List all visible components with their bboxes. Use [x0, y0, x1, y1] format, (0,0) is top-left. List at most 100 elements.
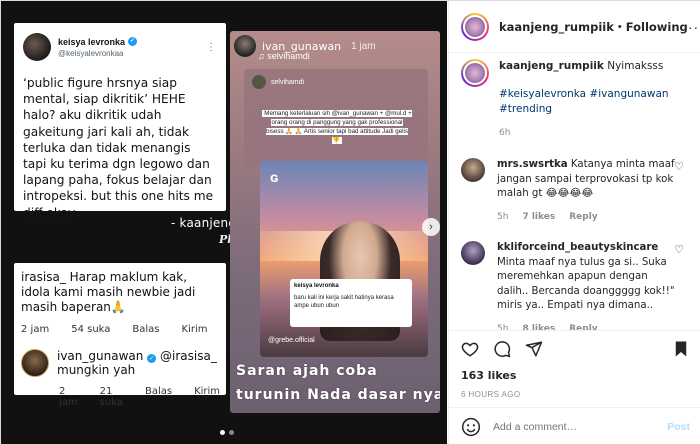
comment-content: kkliforceind_beautyskincare Minta maaf n…: [497, 241, 677, 330]
shot-comment-2-meta: 2 jam 21 suka Balas Kirim: [21, 386, 221, 408]
post-comment-button[interactable]: Post: [667, 421, 690, 433]
comments-screenshot: irasisa_ Harap maklum kak, idola kami ma…: [14, 263, 226, 408]
story-embedded-tweet: keisya levronka baru kali ini kerja saki…: [290, 279, 412, 327]
comment-likes[interactable]: 8 likes: [522, 322, 555, 331]
tweet-handle: @keisyalevronkaa: [58, 48, 124, 58]
comment-text: Minta maaf nya tulus ga si.. Suka mereme…: [497, 256, 675, 312]
add-comment-bar: Post: [449, 407, 700, 444]
tweet-header: keisya levronka ✓ @keisyalevronkaa ⋮: [23, 33, 217, 61]
bookmark-icon[interactable]: [672, 340, 690, 358]
tweet-screenshot: keisya levronka ✓ @keisyalevronkaa ⋮ ‘pu…: [14, 23, 226, 220]
author-username[interactable]: kaanjeng_rumpiik: [499, 20, 614, 34]
next-slide-button[interactable]: ›: [422, 218, 440, 236]
more-options-icon: ⋮: [206, 41, 217, 53]
shot-comment-2-text: mungkin yah: [57, 363, 136, 377]
shot-comment-2-user: ivan_gunawan: [57, 349, 144, 363]
verified-badge-icon: ✓: [147, 354, 157, 363]
story-inner-card: selvihamdi Memang keterlaluan sih @ivan_…: [244, 69, 428, 167]
post-media[interactable]: keisya levronka ✓ @keisyalevronkaa ⋮ ‘pu…: [1, 1, 447, 444]
verified-badge-icon: ✓: [128, 37, 138, 46]
post-time: 6 HOURS AGO: [461, 390, 521, 399]
story-inner-user: selvihamdi: [252, 75, 304, 89]
shot-comment-2-reply: Balas: [144, 386, 173, 397]
caption-hashtags[interactable]: #keisyalevronka #ivangunawan #trending: [499, 87, 690, 116]
story-tag: @grebe.official: [268, 337, 315, 344]
comment-time: 5h: [497, 211, 509, 222]
shot-comment-1-meta: 2 jam 54 suka Balas Kirim: [21, 324, 219, 335]
shot-comment-1-reply: Balas: [132, 324, 160, 335]
caption-text: Nyimaksss: [607, 60, 664, 72]
embed-text: baru kali ini kerja sakit hatinya kerasa…: [294, 295, 394, 309]
embed-name: keisya levronka: [294, 283, 339, 289]
comment-meta: 5h 7 likes Reply: [497, 210, 677, 225]
caption-username[interactable]: kaanjeng_rumpiik: [499, 60, 604, 72]
story-music: ♫ selvihamdi: [258, 51, 310, 61]
shot-comment-1-time: 2 jam: [21, 324, 50, 335]
carousel-dot: [229, 430, 234, 435]
chevron-right-icon: ›: [429, 221, 433, 233]
comment-time: 5h: [497, 323, 509, 331]
comment-reply-button[interactable]: Reply: [569, 210, 597, 225]
shot-comment-2-body: ivan_gunawan ✓ @irasisa_ mungkin yah: [57, 349, 217, 377]
add-comment-input[interactable]: [493, 420, 653, 433]
story-photo: ɢ: [260, 161, 428, 357]
story-caption: Memang keterlaluan sih @ivan_gunawan + @…: [262, 109, 412, 145]
comment-reply-button[interactable]: Reply: [569, 322, 597, 331]
shot-comment-2-mention: @irasisa_: [160, 349, 217, 363]
shot-comment-1-likes: 54 suka: [71, 324, 111, 335]
caption-time: 6h: [499, 128, 511, 138]
comment-item: mrs.swsrtka Katanya minta maaf jangan sa…: [449, 158, 700, 224]
post-sidebar: kaanjeng_rumpiik • Following ··· kaanjen…: [448, 1, 700, 444]
story-caption-text: Memang keterlaluan sih @ivan_gunawan + @…: [262, 110, 412, 144]
comment-likes[interactable]: 7 likes: [522, 210, 555, 225]
share-icon[interactable]: [525, 340, 543, 358]
comment-icon[interactable]: [493, 340, 511, 358]
tweet-avatar: [23, 33, 51, 61]
post-header: kaanjeng_rumpiik • Following ···: [449, 1, 700, 53]
story-inner-avatar: [252, 75, 266, 89]
comment-like-heart-icon[interactable]: ♡: [674, 243, 684, 256]
app-logo-icon: ɢ: [270, 169, 279, 185]
shot-comment-1-send: Kirim: [181, 324, 208, 335]
action-row: [461, 339, 690, 359]
shot-comment-2-send: Kirim: [194, 386, 221, 397]
caption-content: kaanjeng_rumpiik Nyimaksss #keisyalevron…: [499, 59, 690, 141]
comment-item: kkliforceind_beautyskincare Minta maaf n…: [449, 241, 700, 330]
shot-comment-2-likes: 21 suka: [99, 386, 123, 408]
music-icon: ♫: [258, 51, 265, 61]
comment-avatar[interactable]: [461, 158, 485, 182]
author-avatar[interactable]: [461, 12, 489, 41]
emoji-icon[interactable]: [461, 417, 481, 437]
story-avatar: [234, 35, 256, 57]
shot-comment-2: ivan_gunawan ✓ @irasisa_ mungkin yah: [21, 349, 219, 377]
tweet-name: keisya levronka: [58, 36, 126, 47]
instagram-post-modal: keisya levronka ✓ @keisyalevronkaa ⋮ ‘pu…: [0, 0, 700, 444]
more-options-icon[interactable]: ···: [688, 19, 700, 35]
shot-comment-2-time: 2 jam: [59, 386, 78, 408]
caption-avatar[interactable]: [461, 59, 489, 87]
comment-avatar[interactable]: [461, 241, 485, 265]
comment-like-heart-icon[interactable]: ♡: [674, 160, 684, 173]
heart-icon[interactable]: [461, 340, 479, 358]
likes-count[interactable]: 163 likes: [461, 369, 690, 382]
comment-meta: 5h 8 likes Reply: [497, 322, 677, 331]
post-caption: kaanjeng_rumpiik Nyimaksss #keisyalevron…: [449, 54, 700, 141]
story-inner-username: selvihamdi: [271, 78, 305, 86]
shot-comment-1: irasisa_ Harap maklum kak, idola kami ma…: [21, 270, 219, 315]
tweet-name-row: keisya levronka ✓: [58, 36, 138, 47]
story-music-label: selvihamdi: [267, 51, 310, 61]
shot-comment-2-avatar: [21, 349, 49, 377]
comment-username[interactable]: kkliforceind_beautyskincare: [497, 242, 658, 253]
story-time: 1 jam: [351, 40, 376, 52]
shot-comment-1-user: irasisa_: [21, 270, 66, 284]
tweet-text: ‘public figure hrsnya siap mental, siap …: [23, 76, 214, 220]
post-actions: 163 likes 6 HOURS AGO: [449, 330, 700, 407]
comments-scroll-area[interactable]: kaanjeng_rumpiik Nyimaksss #keisyalevron…: [449, 54, 700, 330]
comment-username[interactable]: mrs.swsrtka: [497, 159, 568, 170]
carousel-indicator: [220, 430, 234, 435]
following-button[interactable]: Following: [626, 20, 688, 34]
story-overlay-text: Saran ajah coba turunin Nada dasar nya .…: [236, 363, 440, 413]
header-separator: •: [617, 20, 622, 33]
comment-content: mrs.swsrtka Katanya minta maaf jangan sa…: [497, 158, 677, 224]
story-screenshot: ivan_gunawan 1 jam ♫ selvihamdi selviham…: [230, 31, 440, 413]
